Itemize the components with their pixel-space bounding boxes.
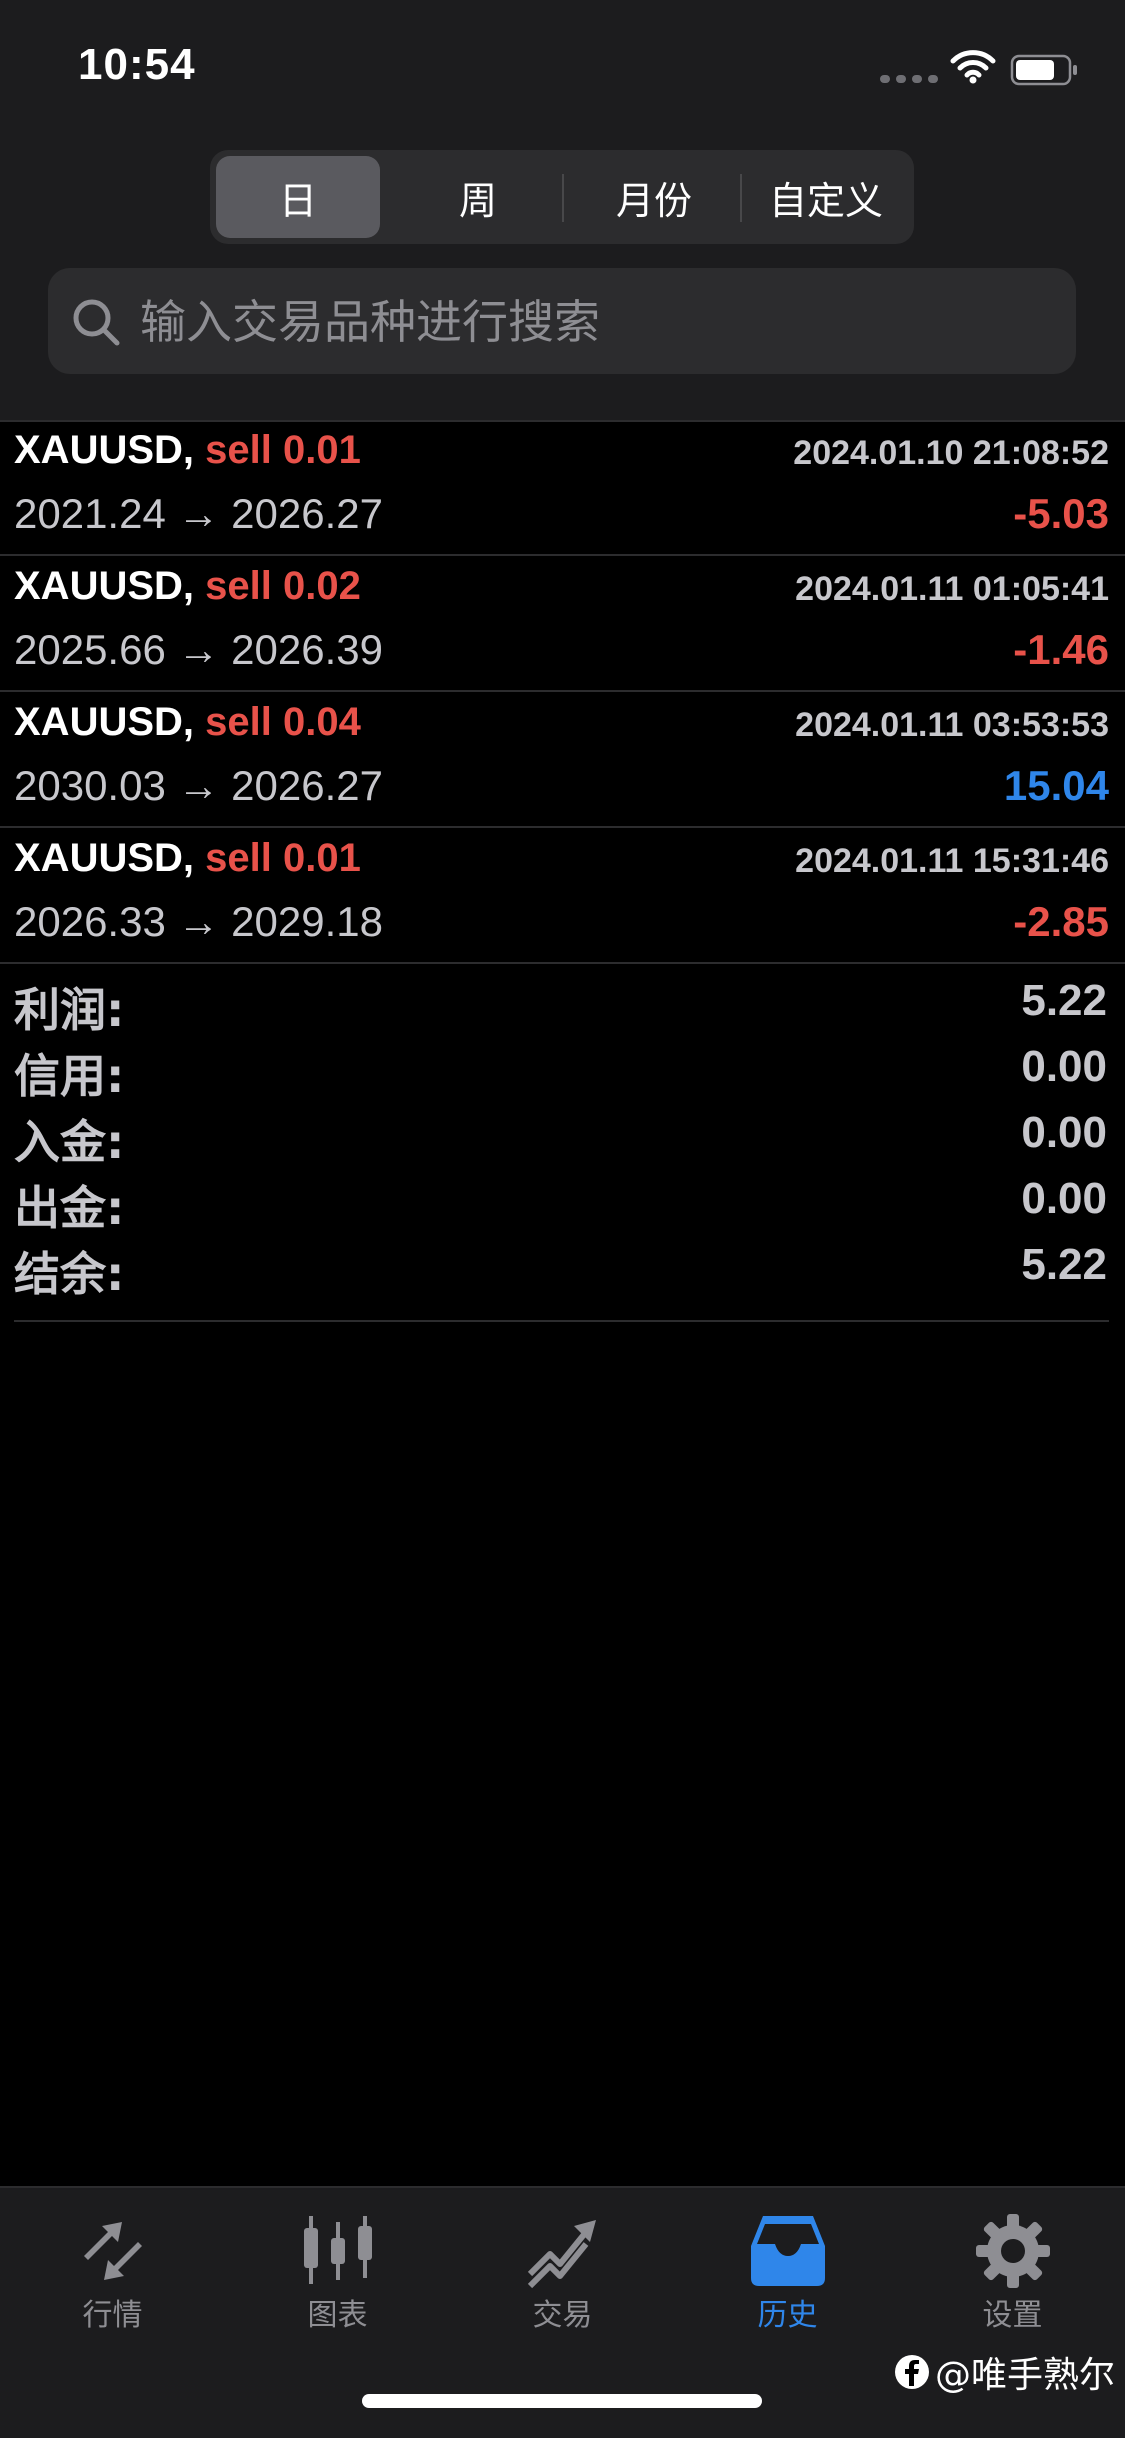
period-segmented-control: 日 周 月份 自定义 bbox=[210, 150, 914, 244]
tab-label: 历史 bbox=[757, 2298, 818, 2333]
trade-time: 2024.01.11 03:53:53 bbox=[795, 706, 1109, 744]
trade-symbol: XAUUSD, bbox=[14, 428, 195, 472]
settings-gear-icon bbox=[976, 2214, 1050, 2288]
header-area: 10:54 日 周 月份 自定义 bbox=[0, 0, 1125, 422]
trade-row[interactable]: XAUUSD, sell 0.04 2024.01.11 03:53:53 20… bbox=[0, 692, 1125, 828]
tab-settings[interactable]: 设置 bbox=[900, 2202, 1125, 2333]
trade-prices: 2021.24 → 2026.27 bbox=[14, 490, 383, 537]
trade-side: sell 0.01 bbox=[205, 428, 361, 472]
tab-trade[interactable]: 交易 bbox=[450, 2202, 675, 2333]
quotes-icon bbox=[84, 2222, 142, 2280]
trade-side: sell 0.02 bbox=[205, 564, 361, 608]
summary-label: 利润: bbox=[14, 983, 125, 1037]
home-indicator[interactable] bbox=[362, 2394, 762, 2408]
summary-label: 结余: bbox=[14, 1247, 125, 1301]
trade-profit: -2.85 bbox=[1013, 898, 1109, 945]
summary-label: 入金: bbox=[14, 1115, 125, 1169]
trade-prices: 2030.03 → 2026.27 bbox=[14, 762, 383, 809]
search-bar[interactable] bbox=[48, 268, 1076, 374]
battery-icon bbox=[1010, 54, 1077, 86]
segment-month[interactable]: 月份 bbox=[566, 156, 742, 238]
trade-side: sell 0.01 bbox=[205, 836, 361, 880]
summary-profit: 利润: 5.22 bbox=[14, 968, 1109, 1037]
trade-icon bbox=[527, 2220, 596, 2289]
summary-value: 5.22 bbox=[1021, 1240, 1107, 1289]
segment-custom[interactable]: 自定义 bbox=[742, 156, 910, 238]
tab-chart[interactable]: 图表 bbox=[225, 2202, 450, 2333]
trade-time: 2024.01.10 21:08:52 bbox=[793, 434, 1109, 472]
summary-label: 出金: bbox=[14, 1181, 125, 1235]
summary-label: 信用: bbox=[14, 1049, 125, 1103]
cellular-signal-icon bbox=[880, 75, 938, 83]
segment-week[interactable]: 周 bbox=[390, 156, 566, 238]
tab-label: 交易 bbox=[532, 2298, 593, 2333]
trade-row[interactable]: XAUUSD, sell 0.02 2024.01.11 01:05:41 20… bbox=[0, 556, 1125, 692]
trade-symbol: XAUUSD, bbox=[14, 564, 195, 608]
account-summary: 利润: 5.22 信用: 0.00 入金: 0.00 出金: 0.00 结余: … bbox=[14, 968, 1109, 1322]
tab-label: 设置 bbox=[982, 2298, 1043, 2333]
trade-symbol: XAUUSD, bbox=[14, 836, 195, 880]
trade-time: 2024.01.11 15:31:46 bbox=[795, 842, 1109, 880]
segment-divider bbox=[562, 174, 564, 222]
search-input[interactable] bbox=[138, 280, 1042, 364]
wifi-icon bbox=[950, 50, 996, 84]
tab-quotes[interactable]: 行情 bbox=[0, 2202, 225, 2333]
tab-label: 行情 bbox=[82, 2298, 143, 2333]
summary-value: 5.22 bbox=[1021, 976, 1107, 1025]
history-inbox-icon bbox=[751, 2216, 825, 2286]
trade-symbol: XAUUSD, bbox=[14, 700, 195, 744]
search-icon bbox=[73, 299, 120, 346]
summary-credit: 信用: 0.00 bbox=[14, 1034, 1109, 1103]
status-bar: 10:54 bbox=[0, 0, 1125, 140]
summary-deposit: 入金: 0.00 bbox=[14, 1100, 1109, 1169]
trade-history-list: XAUUSD, sell 0.01 2024.01.10 21:08:52 20… bbox=[0, 420, 1125, 964]
summary-value: 0.00 bbox=[1021, 1174, 1107, 1223]
tab-label: 图表 bbox=[307, 2298, 368, 2333]
watermark: @唯手熟尔 bbox=[893, 2346, 1115, 2398]
summary-withdrawal: 出金: 0.00 bbox=[14, 1166, 1109, 1235]
tab-history[interactable]: 历史 bbox=[675, 2202, 900, 2333]
summary-value: 0.00 bbox=[1021, 1042, 1107, 1091]
trade-prices: 2026.33 → 2029.18 bbox=[14, 898, 383, 945]
trade-profit: -1.46 bbox=[1013, 626, 1109, 673]
trade-prices: 2025.66 → 2026.39 bbox=[14, 626, 383, 673]
segment-day[interactable]: 日 bbox=[216, 156, 380, 238]
trade-side: sell 0.04 bbox=[205, 700, 361, 744]
chart-candles-icon bbox=[304, 2216, 372, 2284]
trade-profit: -5.03 bbox=[1013, 490, 1109, 537]
status-time: 10:54 bbox=[78, 40, 196, 89]
trade-row[interactable]: XAUUSD, sell 0.01 2024.01.10 21:08:52 20… bbox=[0, 420, 1125, 556]
summary-balance: 结余: 5.22 bbox=[14, 1232, 1109, 1301]
facebook-logo-icon bbox=[894, 2355, 929, 2389]
trade-time: 2024.01.11 01:05:41 bbox=[795, 570, 1109, 608]
summary-value: 0.00 bbox=[1021, 1108, 1107, 1157]
watermark-text: @唯手熟尔 bbox=[934, 2355, 1115, 2396]
trade-row[interactable]: XAUUSD, sell 0.01 2024.01.11 15:31:46 20… bbox=[0, 828, 1125, 964]
trade-profit: 15.04 bbox=[1003, 762, 1109, 809]
